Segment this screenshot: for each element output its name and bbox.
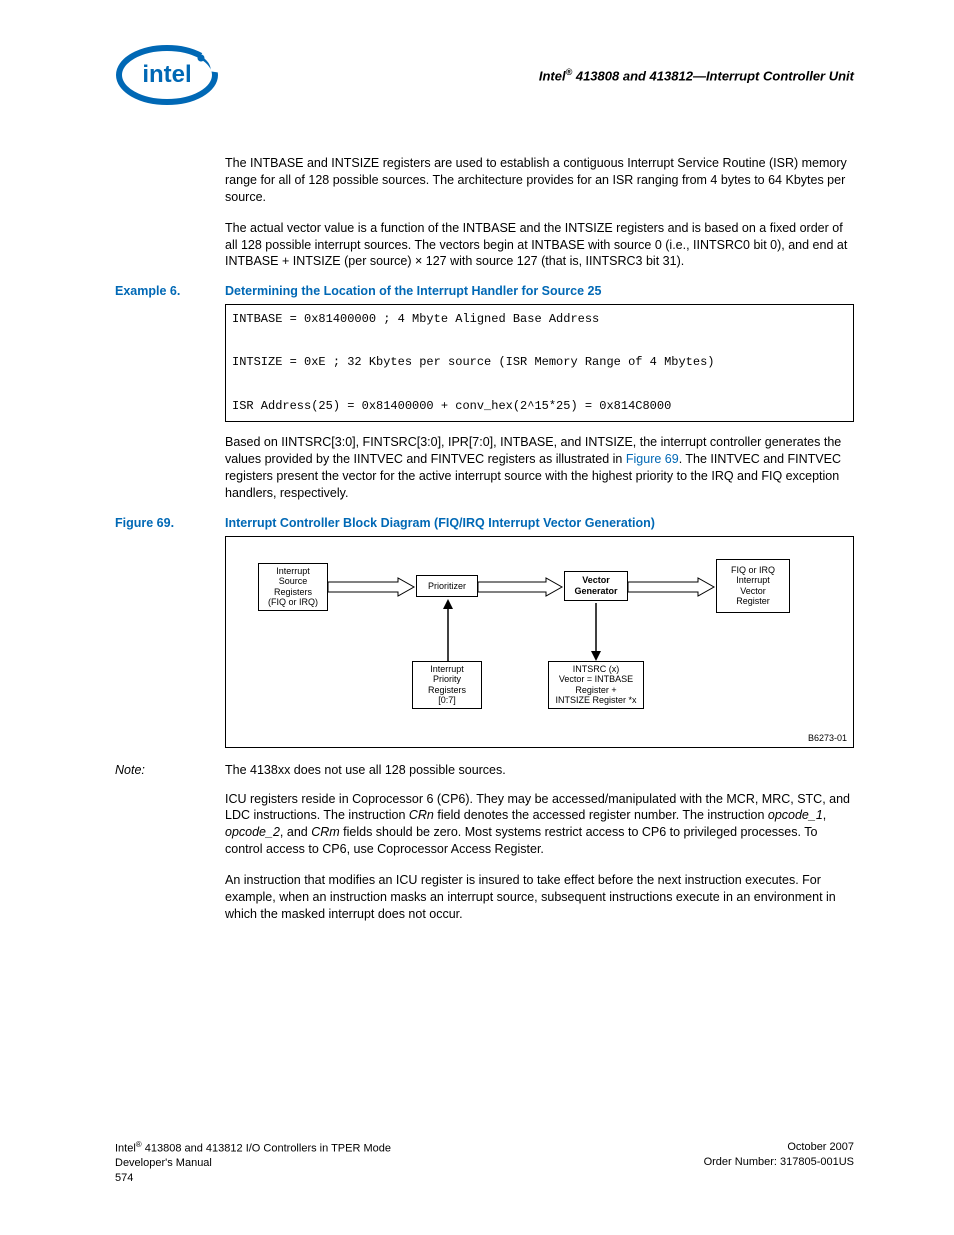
example-heading: Example 6. Determining the Location of t… [115, 284, 854, 298]
example-code: INTBASE = 0x81400000 ; 4 Mbyte Aligned B… [225, 304, 854, 422]
para-iintsrc: Based on IINTSRC[3:0], FINTSRC[3:0], IPR… [225, 434, 854, 502]
page: intel Intel® 413808 and 413812—Interrupt… [0, 0, 954, 1235]
note-label: Note: [115, 763, 225, 777]
block-diagram: Interrupt Source Registers (FIQ or IRQ) … [225, 536, 854, 748]
arrow-down-icon [590, 603, 602, 661]
code-line-1: INTBASE = 0x81400000 ; 4 Mbyte Aligned B… [232, 312, 599, 326]
para-vector-value: The actual vector value is a function of… [225, 220, 854, 271]
arrow-up-icon [442, 599, 454, 661]
intel-logo: intel [115, 44, 220, 106]
footer-left: Intel® 413808 and 413812 I/O Controllers… [115, 1140, 391, 1185]
box-intsrc-calc: INTSRC (x) Vector = INTBASE Register + I… [548, 661, 644, 709]
box-vector-generator: Vector Generator [564, 571, 628, 601]
footer-right: October 2007 Order Number: 317805-001US [704, 1140, 854, 1185]
svg-text:intel: intel [142, 61, 191, 88]
box-output-register: FIQ or IRQ Interrupt Vector Register [716, 559, 790, 613]
note-text: The 4138xx does not use all 128 possible… [225, 762, 506, 779]
figure-title: Interrupt Controller Block Diagram (FIQ/… [225, 516, 655, 530]
para-icu-registers: ICU registers reside in Coprocessor 6 (C… [225, 791, 854, 859]
para-instruction-effect: An instruction that modifies an ICU regi… [225, 872, 854, 923]
box-interrupt-source: Interrupt Source Registers (FIQ or IRQ) [258, 563, 328, 611]
arrow-icon [628, 577, 716, 597]
figure-label: Figure 69. [115, 516, 225, 530]
header-product: Intel [539, 68, 566, 83]
arrow-icon [328, 577, 416, 597]
code-line-3: ISR Address(25) = 0x81400000 + conv_hex(… [232, 399, 671, 413]
page-footer: Intel® 413808 and 413812 I/O Controllers… [115, 1140, 854, 1185]
arrow-icon [478, 577, 564, 597]
body-column: The INTBASE and INTSIZE registers are us… [225, 155, 854, 270]
figure-id: B6273-01 [808, 733, 847, 743]
header-rest: 413808 and 413812—Interrupt Controller U… [572, 68, 854, 83]
figure-ref-link[interactable]: Figure 69 [626, 452, 679, 466]
note-row: Note: The 4138xx does not use all 128 po… [115, 762, 854, 779]
header-title: Intel® 413808 and 413812—Interrupt Contr… [539, 67, 854, 83]
para-intbase-intsize: The INTBASE and INTSIZE registers are us… [225, 155, 854, 206]
page-header: intel Intel® 413808 and 413812—Interrupt… [115, 45, 854, 105]
example-label: Example 6. [115, 284, 225, 298]
figure-heading: Figure 69. Interrupt Controller Block Di… [115, 516, 854, 530]
box-priority-registers: Interrupt Priority Registers [0:7] [412, 661, 482, 709]
example-title: Determining the Location of the Interrup… [225, 284, 601, 298]
code-line-2: INTSIZE = 0xE ; 32 Kbytes per source (IS… [232, 355, 714, 369]
box-prioritizer: Prioritizer [416, 575, 478, 597]
